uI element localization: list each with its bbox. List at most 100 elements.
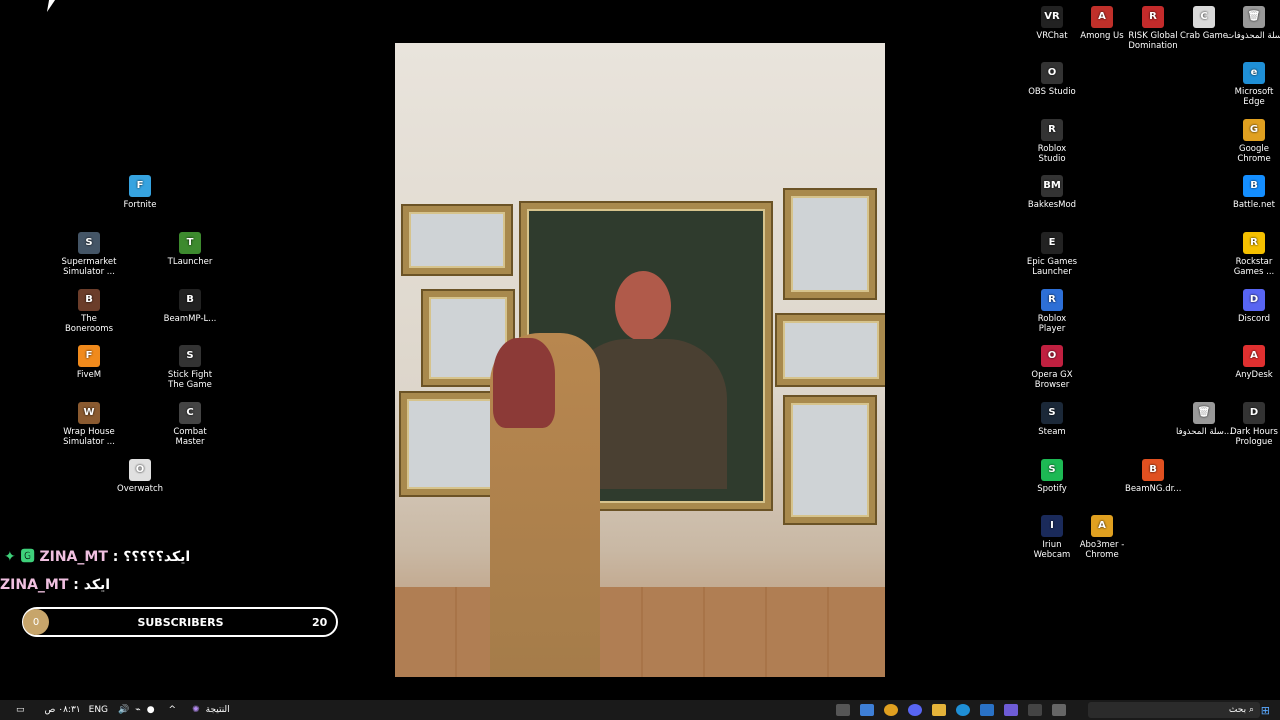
weather-icon[interactable]: ✺	[192, 705, 200, 715]
app-icon: S	[78, 232, 100, 254]
desktop-icon[interactable]: B BeamNG.dr...	[1125, 459, 1181, 494]
network-icon[interactable]: ⌁	[135, 705, 140, 715]
desktop-icon[interactable]: BM BakkesMod	[1024, 175, 1080, 210]
app-icon: R	[1041, 289, 1063, 311]
desktop-icon[interactable]: A AnyDesk	[1226, 345, 1280, 380]
desktop-icon-label: BeamMP-L...	[163, 314, 217, 324]
taskbar-app-icon[interactable]	[859, 704, 874, 716]
desktop-icon-label: Overwatch	[117, 484, 163, 494]
app-icon: S	[1041, 459, 1063, 481]
app-icon: R	[1243, 232, 1265, 254]
clock[interactable]: ٠٨:٣١ ص	[45, 705, 81, 715]
desktop-icon[interactable]: S Stick Fight The Game	[162, 345, 218, 390]
desktop-icon[interactable]: W Wrap House Simulator ...	[61, 402, 117, 447]
desktop-icon-label: RISK Global Domination	[1128, 31, 1178, 51]
desktop-icon[interactable]: S Spotify	[1024, 459, 1080, 494]
desktop-icon[interactable]: R Roblox Player	[1024, 289, 1080, 334]
desktop-icon[interactable]: e Microsoft Edge	[1226, 62, 1280, 107]
app-icon: A	[1091, 515, 1113, 537]
desktop-icon[interactable]: F FiveM	[61, 345, 117, 380]
desktop-icon-label: Supermarket Simulator ...	[61, 257, 117, 277]
desktop-icon-label: Iriun Webcam	[1033, 540, 1071, 560]
app-icon: C	[179, 402, 201, 424]
desktop-icon-label: BeamNG.dr...	[1125, 484, 1182, 494]
app-icon: A	[1091, 6, 1113, 28]
desktop-icon[interactable]: C Crab Game	[1176, 6, 1232, 41]
desktop-icon[interactable]: B Battle.net	[1226, 175, 1280, 210]
portrait-frame-5	[777, 315, 885, 385]
app-icon: T	[179, 232, 201, 254]
app-icon[interactable]	[1003, 704, 1018, 716]
desktop-icon[interactable]: R Roblox Studio	[1024, 119, 1080, 164]
desktop-icon-label: Dark Hours Prologue	[1230, 427, 1278, 447]
desktop-icon[interactable]: O Opera GX Browser	[1024, 345, 1080, 390]
app-icon: 🗑	[1193, 402, 1215, 424]
task-view-icon[interactable]	[1051, 704, 1066, 716]
desktop-icon[interactable]: R RISK Global Domination	[1125, 6, 1181, 51]
edge-icon[interactable]	[955, 704, 970, 716]
portrait-frame-4	[785, 190, 875, 298]
desktop-icon[interactable]: 🗑 سلة المحذوفات	[1226, 6, 1280, 41]
desktop-icon-label: Battle.net	[1233, 200, 1275, 210]
chrome-icon[interactable]	[883, 704, 898, 716]
taskbar-search-input[interactable]: بحث ⌕	[1088, 702, 1260, 718]
tray-chevron-icon[interactable]: ^	[169, 705, 177, 715]
desktop-icon[interactable]: E Epic Games Launcher	[1024, 232, 1080, 277]
desktop-icon[interactable]: D Discord	[1226, 289, 1280, 324]
desktop-icon-label: TLauncher	[167, 257, 213, 267]
desktop-icon[interactable]: 🗑 سلة المحذوفا...	[1176, 402, 1232, 437]
desktop-icon[interactable]: S Supermarket Simulator ...	[61, 232, 117, 277]
windows-start-icon[interactable]: ⊞	[1261, 704, 1270, 717]
desktop-icon[interactable]: A Among Us	[1074, 6, 1130, 41]
desktop-icon[interactable]: T TLauncher	[162, 232, 218, 267]
search-placeholder: بحث	[1228, 705, 1247, 715]
microphone-icon[interactable]: ●	[147, 705, 155, 715]
desktop-icon-label: Fortnite	[123, 200, 157, 210]
desktop-icon[interactable]: B BeamMP-L...	[162, 289, 218, 324]
subscriber-goal-bar: 0 SUBSCRIBERS 20	[22, 607, 338, 637]
taskbar-app-icon[interactable]	[835, 704, 850, 716]
desktop-icon[interactable]: O OBS Studio	[1024, 62, 1080, 97]
desktop-icon[interactable]: C Combat Master	[162, 402, 218, 447]
app-icon: W	[78, 402, 100, 424]
subscriber-label: SUBSCRIBERS	[137, 615, 224, 629]
desktop-icon[interactable]: VR VRChat	[1024, 6, 1080, 41]
mouse-cursor	[46, 0, 56, 12]
chat-separator: :	[112, 549, 124, 565]
desktop-icon[interactable]: G Google Chrome	[1226, 119, 1280, 164]
desktop-icon[interactable]: D Dark Hours Prologue	[1226, 402, 1280, 447]
notification-icon[interactable]: ▭	[16, 705, 25, 715]
desktop-icon-label: OBS Studio	[1028, 87, 1076, 97]
app-icon: O	[1041, 62, 1063, 84]
desktop-icon-label: BakkesMod	[1027, 200, 1077, 210]
file-explorer-icon[interactable]	[931, 704, 946, 716]
volume-icon[interactable]: 🔊	[118, 705, 129, 715]
desktop-icon[interactable]: A Abo3mer - Chrome	[1074, 515, 1130, 560]
desktop-icon-label: AnyDesk	[1235, 370, 1273, 380]
app-icon[interactable]	[979, 704, 994, 716]
chat-message: ايكد؟؟؟؟؟	[123, 549, 191, 565]
desktop-icon[interactable]: I Iriun Webcam	[1024, 515, 1080, 560]
desktop-icon[interactable]: S Steam	[1024, 402, 1080, 437]
chat-line-1: ✦ 🅶 ZINA_MT : ايكد؟؟؟؟؟	[4, 546, 190, 566]
desktop-icon-label: Abo3mer - Chrome	[1079, 540, 1125, 560]
desktop-icon-label: Rockstar Games ...	[1233, 257, 1275, 277]
desktop-icon-label: Discord	[1238, 314, 1270, 324]
desktop-icon[interactable]: F Fortnite	[112, 175, 168, 210]
store-icon[interactable]	[1027, 704, 1042, 716]
search-icon: ⌕	[1248, 705, 1254, 715]
app-icon: S	[1041, 402, 1063, 424]
app-icon: I	[1041, 515, 1063, 537]
desktop-icon[interactable]: O Overwatch	[112, 459, 168, 494]
app-icon: E	[1041, 232, 1063, 254]
app-icon: B	[78, 289, 100, 311]
language-indicator[interactable]: ENG	[89, 705, 108, 715]
desktop-icon[interactable]: R Rockstar Games ...	[1226, 232, 1280, 277]
chat-username: ZINA_MT	[39, 549, 108, 565]
discord-icon[interactable]	[907, 704, 922, 716]
desktop-icon-label: VRChat	[1036, 31, 1068, 41]
desktop-icon[interactable]: B The Bonerooms	[61, 289, 117, 334]
weather-label[interactable]: النتيجة	[206, 705, 230, 715]
app-icon: B	[1243, 175, 1265, 197]
chat-separator: :	[73, 577, 84, 593]
